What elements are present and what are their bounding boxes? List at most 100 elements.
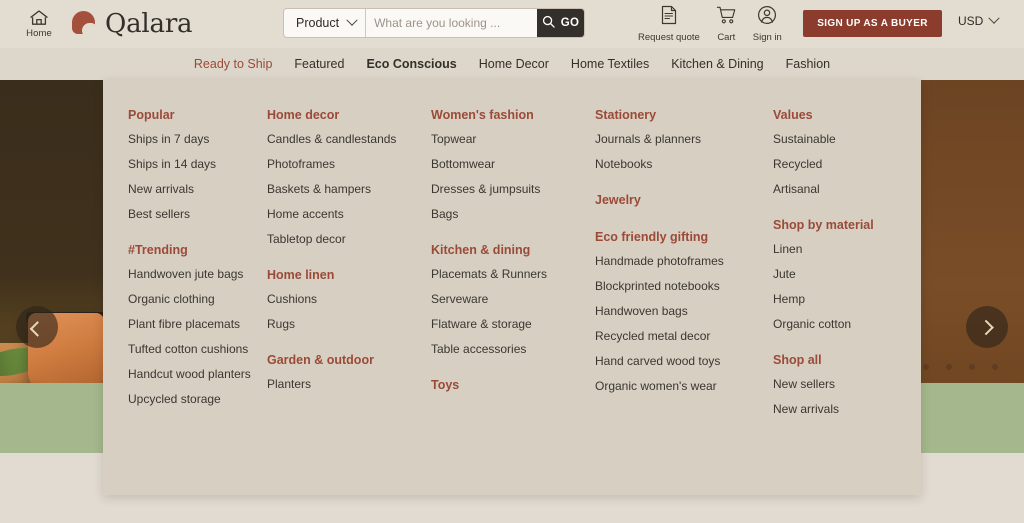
carousel-prev-button[interactable]	[16, 306, 58, 348]
megamenu-link[interactable]: Flatware & storage	[431, 318, 595, 330]
carousel-dot[interactable]	[992, 364, 998, 370]
megamenu-link[interactable]: Home accents	[267, 208, 431, 220]
megamenu-link[interactable]: Topwear	[431, 133, 595, 145]
request-quote-label: Request quote	[638, 32, 700, 43]
user-account-icon	[757, 5, 777, 30]
nav-item-ready-to-ship[interactable]: Ready to Ship	[194, 57, 273, 71]
megamenu-link[interactable]: Candles & candlestands	[267, 133, 431, 145]
megamenu-link[interactable]: Blockprinted notebooks	[595, 280, 773, 292]
megamenu-link[interactable]: New arrivals	[128, 183, 267, 195]
megamenu-link[interactable]: Ships in 7 days	[128, 133, 267, 145]
nav-item-home-textiles[interactable]: Home Textiles	[571, 57, 649, 71]
megamenu-heading-shop-by-material[interactable]: Shop by material	[773, 218, 921, 232]
megamenu-group: #Trending Handwoven jute bags Organic clot…	[128, 243, 267, 405]
megamenu-link[interactable]: Artisanal	[773, 183, 921, 195]
carousel-next-button[interactable]	[966, 306, 1008, 348]
nav-item-kitchen-dining[interactable]: Kitchen & Dining	[671, 57, 763, 71]
chevron-left-icon	[29, 320, 45, 337]
megamenu-heading-women-s-fashion[interactable]: Women's fashion	[431, 108, 595, 122]
sign-in-button[interactable]: Sign in	[745, 5, 790, 43]
nav-item-eco-conscious[interactable]: Eco Conscious	[366, 57, 456, 71]
request-quote-button[interactable]: Request quote	[630, 5, 708, 43]
megamenu-column-1: Popular Ships in 7 days Ships in 14 days Ne…	[103, 108, 267, 495]
megamenu-link[interactable]: Baskets & hampers	[267, 183, 431, 195]
megamenu-link[interactable]: New arrivals	[773, 403, 921, 415]
carousel-dot[interactable]	[946, 364, 952, 370]
megamenu-link[interactable]: Hemp	[773, 293, 921, 305]
megamenu-link[interactable]: Notebooks	[595, 158, 773, 170]
megamenu-heading-popular[interactable]: Popular	[128, 108, 267, 122]
megamenu-link[interactable]: Serveware	[431, 293, 595, 305]
main-navigation: Ready to Ship Featured Eco Conscious Home D…	[0, 48, 1024, 80]
megamenu-link[interactable]: New sellers	[773, 378, 921, 390]
carousel-dot[interactable]	[969, 364, 975, 370]
megamenu-link[interactable]: Rugs	[267, 318, 431, 330]
megamenu-link[interactable]: Handwoven jute bags	[128, 268, 267, 280]
brand-name: Qalara	[105, 9, 193, 39]
megamenu-link[interactable]: Jute	[773, 268, 921, 280]
currency-selector[interactable]: USD	[958, 12, 1001, 28]
megamenu-group: Kitchen & dining Placemats & Runners Serve…	[431, 243, 595, 355]
chevron-right-icon	[977, 319, 994, 335]
megamenu-link[interactable]: Journals & planners	[595, 133, 773, 145]
header-actions: Request quote Cart Sign in	[630, 0, 790, 48]
megamenu-link[interactable]: Cushions	[267, 293, 431, 305]
megamenu-column-4: Stationery Journals & planners Notebooks Je…	[595, 108, 773, 495]
brand-logo[interactable]: Qalara	[72, 9, 193, 39]
megamenu-link[interactable]: Handwoven bags	[595, 305, 773, 317]
megamenu-link[interactable]: Tufted cotton cushions	[128, 343, 267, 355]
carousel-dot[interactable]	[923, 364, 929, 370]
megamenu-link[interactable]: Handcut wood planters	[128, 368, 267, 380]
megamenu-link[interactable]: Bags	[431, 208, 595, 220]
megamenu-link[interactable]: Placemats & Runners	[431, 268, 595, 280]
megamenu-link[interactable]: Ships in 14 days	[128, 158, 267, 170]
megamenu-link[interactable]: Organic women's wear	[595, 380, 773, 392]
nav-item-featured[interactable]: Featured	[294, 57, 344, 71]
megamenu-link[interactable]: Organic clothing	[128, 293, 267, 305]
megamenu-link[interactable]: Best sellers	[128, 208, 267, 220]
megamenu-column-3: Women's fashion Topwear Bottomwear Dresses …	[431, 108, 595, 495]
megamenu-link[interactable]: Upcycled storage	[128, 393, 267, 405]
megamenu-group: Women's fashion Topwear Bottomwear Dresses …	[431, 108, 595, 220]
shopping-cart-icon	[716, 5, 737, 30]
megamenu-link[interactable]: Handmade photoframes	[595, 255, 773, 267]
megamenu-link[interactable]: Tabletop decor	[267, 233, 431, 245]
megamenu-link[interactable]: Linen	[773, 243, 921, 255]
search-category-value: Product	[296, 16, 340, 30]
page-root: Home Qalara Product GO	[0, 0, 1024, 523]
megamenu-heading-home-decor[interactable]: Home decor	[267, 108, 431, 122]
megamenu-group: Home decor Candles & candlestands Photofra…	[267, 108, 431, 245]
megamenu-heading-trending[interactable]: #Trending	[128, 243, 267, 257]
megamenu-link[interactable]: Dresses & jumpsuits	[431, 183, 595, 195]
megamenu-heading-garden-outdoor[interactable]: Garden & outdoor	[267, 353, 431, 367]
megamenu-heading-eco-friendly-gifting[interactable]: Eco friendly gifting	[595, 230, 773, 244]
search-input[interactable]	[366, 9, 538, 37]
megamenu-link[interactable]: Bottomwear	[431, 158, 595, 170]
megamenu-heading-values[interactable]: Values	[773, 108, 921, 122]
megamenu-link[interactable]: Recycled metal decor	[595, 330, 773, 342]
megamenu-link[interactable]: Sustainable	[773, 133, 921, 145]
nav-item-fashion[interactable]: Fashion	[786, 57, 830, 71]
megamenu-link[interactable]: Planters	[267, 378, 431, 390]
megamenu-heading-stationery[interactable]: Stationery	[595, 108, 773, 122]
home-button[interactable]: Home	[16, 9, 62, 39]
megamenu-heading-home-linen[interactable]: Home linen	[267, 268, 431, 282]
chevron-down-icon	[988, 12, 1001, 24]
megamenu-heading-kitchen-dining[interactable]: Kitchen & dining	[431, 243, 595, 257]
megamenu-heading-jewelry[interactable]: Jewelry	[595, 193, 773, 207]
megamenu-link[interactable]: Photoframes	[267, 158, 431, 170]
megamenu-link[interactable]: Hand carved wood toys	[595, 355, 773, 367]
megamenu-heading-shop-all[interactable]: Shop all	[773, 353, 921, 367]
signup-as-buyer-button[interactable]: SIGN UP AS A BUYER	[803, 10, 942, 37]
megamenu-link[interactable]: Plant fibre placemats	[128, 318, 267, 330]
megamenu-heading-toys[interactable]: Toys	[431, 378, 595, 392]
megamenu-link[interactable]: Recycled	[773, 158, 921, 170]
search-go-button[interactable]: GO	[537, 9, 584, 37]
cart-button[interactable]: Cart	[708, 5, 745, 43]
search-category-dropdown[interactable]: Product	[284, 9, 367, 37]
nav-item-home-decor[interactable]: Home Decor	[479, 57, 549, 71]
megamenu-link[interactable]: Organic cotton	[773, 318, 921, 330]
chevron-down-icon	[346, 14, 358, 26]
megamenu-link[interactable]: Table accessories	[431, 343, 595, 355]
megamenu-group: Eco friendly gifting Handmade photoframes…	[595, 230, 773, 392]
